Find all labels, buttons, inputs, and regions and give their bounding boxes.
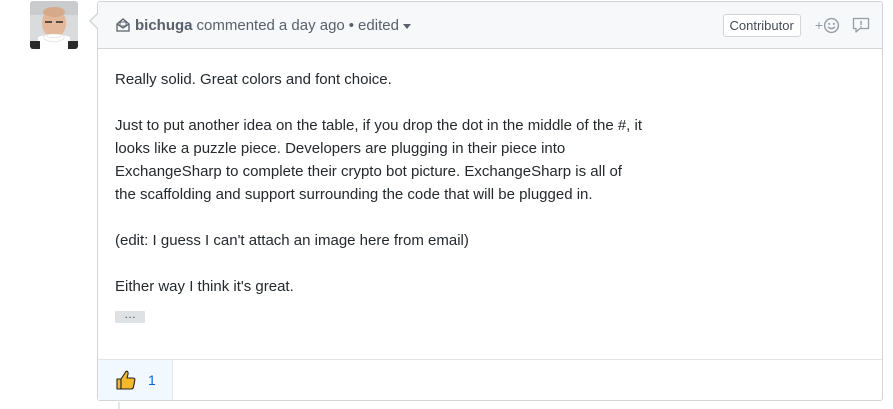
comment-timestamp-link[interactable]: a day ago xyxy=(279,17,345,34)
meta-separator: • xyxy=(348,16,355,34)
comment-paragraph: (edit: I guess I can't attach an image h… xyxy=(115,232,469,249)
reactions-bar: 1 xyxy=(98,359,882,400)
comment-body: Really solid. Great colors and font choi… xyxy=(98,49,882,325)
add-reaction-button[interactable]: + xyxy=(815,17,840,34)
thumbs-up-icon xyxy=(115,369,137,391)
chevron-down-icon xyxy=(402,23,411,29)
smiley-icon xyxy=(823,17,840,33)
avatar-image xyxy=(30,1,78,49)
avatar[interactable] xyxy=(30,1,78,49)
report-icon xyxy=(852,17,870,33)
edited-history-dropdown[interactable]: edited xyxy=(358,17,411,34)
comment-actions: Contributor + xyxy=(722,13,871,37)
comment-paragraph: Just to put another idea on the table, i… xyxy=(115,117,643,203)
comment-meta: bichuga commented a day ago • edited xyxy=(115,17,723,34)
timeline-connector xyxy=(118,402,120,409)
show-hidden-text-button[interactable]: … xyxy=(115,308,145,323)
thumbs-up-reaction-button[interactable]: 1 xyxy=(98,360,173,400)
author-role-badge: Contributor xyxy=(722,13,801,37)
comment-header: bichuga commented a day ago • edited Con… xyxy=(98,2,882,49)
email-reply-icon xyxy=(115,17,131,33)
report-content-button[interactable] xyxy=(852,17,870,34)
comment-paragraph: Either way I think it's great. xyxy=(115,278,294,295)
comment-author-link[interactable]: bichuga xyxy=(135,17,193,34)
commented-label: commented xyxy=(196,16,275,34)
add-reaction-plus: + xyxy=(814,17,823,33)
comment-paragraph: Really solid. Great colors and font choi… xyxy=(115,71,392,88)
comment-box: bichuga commented a day ago • edited Con… xyxy=(89,1,883,401)
issue-comment-page: bichuga commented a day ago • edited Con… xyxy=(0,0,893,409)
reaction-count: 1 xyxy=(148,372,156,388)
edited-label: edited xyxy=(358,16,399,34)
